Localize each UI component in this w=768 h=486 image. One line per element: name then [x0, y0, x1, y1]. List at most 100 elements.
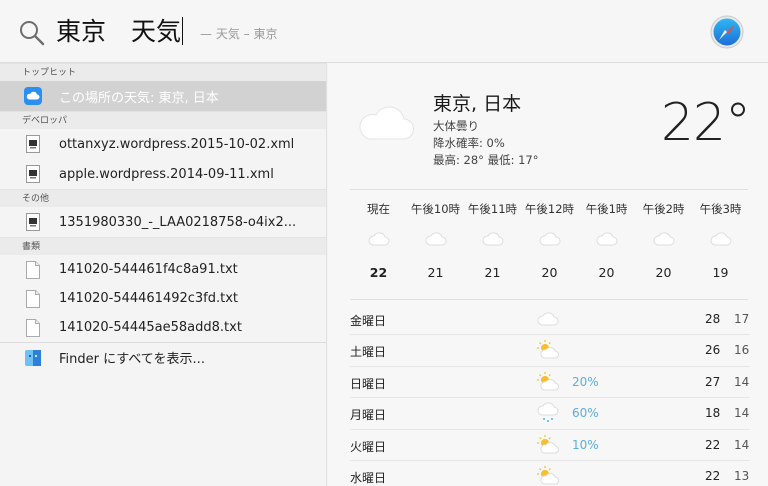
- hour-label: 午後10時: [410, 202, 461, 216]
- hour-column: 午後1時 20: [578, 201, 635, 280]
- hour-temp: 20: [598, 265, 615, 280]
- hour-column: 午後12時 20: [521, 201, 578, 280]
- weather-precip: 降水確率: 0%: [433, 136, 505, 150]
- xml-file-icon: [22, 163, 44, 185]
- search-input[interactable]: 東京 天気: [56, 14, 184, 50]
- result-text-file-3[interactable]: 141020-54445ae58add8.txt: [0, 313, 326, 342]
- result-label: Finder にすべてを表示...: [59, 352, 205, 367]
- weather-preview: 東京, 日本 大体曇り 降水確率: 0% 最高: 28° 最低: 17° 22°…: [328, 63, 768, 486]
- weather-details: 大体曇り 降水確率: 0% 最高: 28° 最低: 17°: [433, 118, 538, 169]
- day-row: 月曜日 60% 18 14: [350, 398, 750, 430]
- result-label: 141020-544461492c3fd.txt: [59, 291, 239, 306]
- divider: [350, 299, 748, 300]
- hourly-forecast: 現在 22 午後10時 21 午後11時 21 午後12時 20 午後1時 20…: [350, 201, 750, 280]
- hour-label: 午後3時: [699, 202, 742, 216]
- partly-sunny-icon: [537, 340, 559, 359]
- xml-file-icon: [22, 133, 44, 155]
- hour-label: 午後2時: [642, 202, 685, 216]
- text-caret: [182, 17, 184, 45]
- hour-label: 午後12時: [524, 202, 575, 216]
- result-text-file-1[interactable]: 141020-544461f4c8a91.txt: [0, 255, 326, 284]
- result-other-file[interactable]: 1351980330_-_LAA0218758-o4ix2...: [0, 207, 326, 237]
- text-file-icon: [22, 317, 44, 339]
- day-name: 日曜日: [350, 376, 387, 391]
- day-row: 日曜日 20% 27 14: [350, 367, 750, 399]
- result-xml-file-1[interactable]: ottanxyz.wordpress.2015-10-02.xml: [0, 129, 326, 159]
- partly-sunny-icon: [537, 434, 559, 454]
- finder-icon: [22, 347, 44, 369]
- result-xml-file-2[interactable]: apple.wordpress.2014-09-11.xml: [0, 159, 326, 189]
- cloud-icon: [367, 232, 389, 246]
- hour-label: 午後11時: [467, 202, 518, 216]
- result-label: 141020-544461f4c8a91.txt: [59, 262, 238, 277]
- day-high: 28: [705, 312, 721, 326]
- partly-sunny-icon: [537, 371, 559, 391]
- day-row: 火曜日 10% 22 14: [350, 430, 750, 461]
- rain-icon: [537, 402, 559, 423]
- cloud-icon: [481, 232, 503, 246]
- day-low: 14: [734, 374, 750, 389]
- day-low: 14: [734, 437, 750, 452]
- cloud-app-icon: [22, 85, 44, 107]
- section-header-developer: デベロッパ: [0, 111, 326, 129]
- hour-column: 午後11時 21: [464, 201, 521, 280]
- cloud-icon: [538, 232, 560, 246]
- day-row: 金曜日 28 17: [350, 304, 750, 336]
- result-label: この場所の天気: 東京, 日本: [59, 90, 219, 106]
- section-header-top-hit: トップヒット: [0, 63, 326, 81]
- day-high: 22: [705, 437, 721, 452]
- search-query-text: 東京 天気: [56, 17, 182, 46]
- day-high: 22: [705, 468, 721, 483]
- result-label: 1351980330_-_LAA0218758-o4ix2...: [59, 214, 297, 230]
- day-low: 13: [734, 468, 750, 483]
- day-high: 26: [705, 343, 721, 358]
- day-low: 17: [734, 312, 750, 326]
- cloud-icon: [424, 232, 446, 246]
- result-text-file-2[interactable]: 141020-544461492c3fd.txt: [0, 284, 326, 313]
- cloud-icon: [359, 106, 414, 140]
- result-weather-top-hit[interactable]: この場所の天気: 東京, 日本: [0, 81, 326, 111]
- weather-high-low: 最高: 28° 最低: 17°: [433, 153, 539, 167]
- show-all-in-finder[interactable]: Finder にすべてを表示...: [0, 342, 326, 372]
- hour-column: 現在 22: [350, 201, 407, 280]
- day-name: 月曜日: [350, 408, 387, 423]
- precip-chance: 10%: [572, 437, 599, 452]
- search-suggestion: — 天気 – 東京: [200, 27, 278, 41]
- day-high: 27: [705, 374, 721, 389]
- hour-column: 午後2時 20: [635, 201, 692, 280]
- weather-city: 東京, 日本: [433, 93, 522, 115]
- day-low: 16: [734, 343, 750, 358]
- daily-forecast: 金曜日 28 17 土曜日 26 16 日曜日 20% 27 14 月曜日 60…: [350, 304, 750, 486]
- cloud-icon: [709, 232, 731, 246]
- divider: [350, 189, 748, 190]
- current-temperature: 22°: [660, 93, 751, 153]
- text-file-icon: [22, 259, 44, 281]
- text-file-icon: [22, 288, 44, 310]
- hour-temp: 21: [484, 265, 501, 280]
- cloud-icon: [595, 232, 617, 246]
- hour-temp: 20: [541, 265, 558, 280]
- spotlight-window: 東京 天気 — 天気 – 東京 トップヒット この場所の天気: 東京, 日本 デ…: [0, 0, 768, 486]
- hour-temp: 20: [655, 265, 672, 280]
- day-row: 水曜日 22 13: [350, 461, 750, 486]
- day-high: 18: [705, 406, 721, 421]
- search-icon: [20, 21, 45, 46]
- section-header-documents: 書類: [0, 237, 326, 255]
- hour-column: 午後3時 19: [692, 201, 749, 280]
- day-row: 土曜日 26 16: [350, 335, 750, 367]
- precip-chance: 20%: [572, 374, 599, 389]
- safari-icon[interactable]: [710, 15, 744, 49]
- day-name: 土曜日: [350, 345, 387, 360]
- section-header-other: その他: [0, 189, 326, 207]
- search-bar[interactable]: 東京 天気 — 天気 – 東京: [0, 0, 768, 63]
- partly-sunny-icon: [537, 465, 559, 485]
- day-name: 火曜日: [350, 439, 387, 454]
- hour-temp: 19: [712, 265, 729, 280]
- result-label: 141020-54445ae58add8.txt: [59, 320, 242, 335]
- day-name: 金曜日: [350, 314, 387, 328]
- weather-condition: 大体曇り: [433, 119, 479, 133]
- day-low: 14: [734, 406, 750, 421]
- cloud-icon: [652, 232, 674, 246]
- result-label: ottanxyz.wordpress.2015-10-02.xml: [59, 136, 295, 152]
- results-list: トップヒット この場所の天気: 東京, 日本 デベロッパ ottanxyz.wo…: [0, 63, 327, 486]
